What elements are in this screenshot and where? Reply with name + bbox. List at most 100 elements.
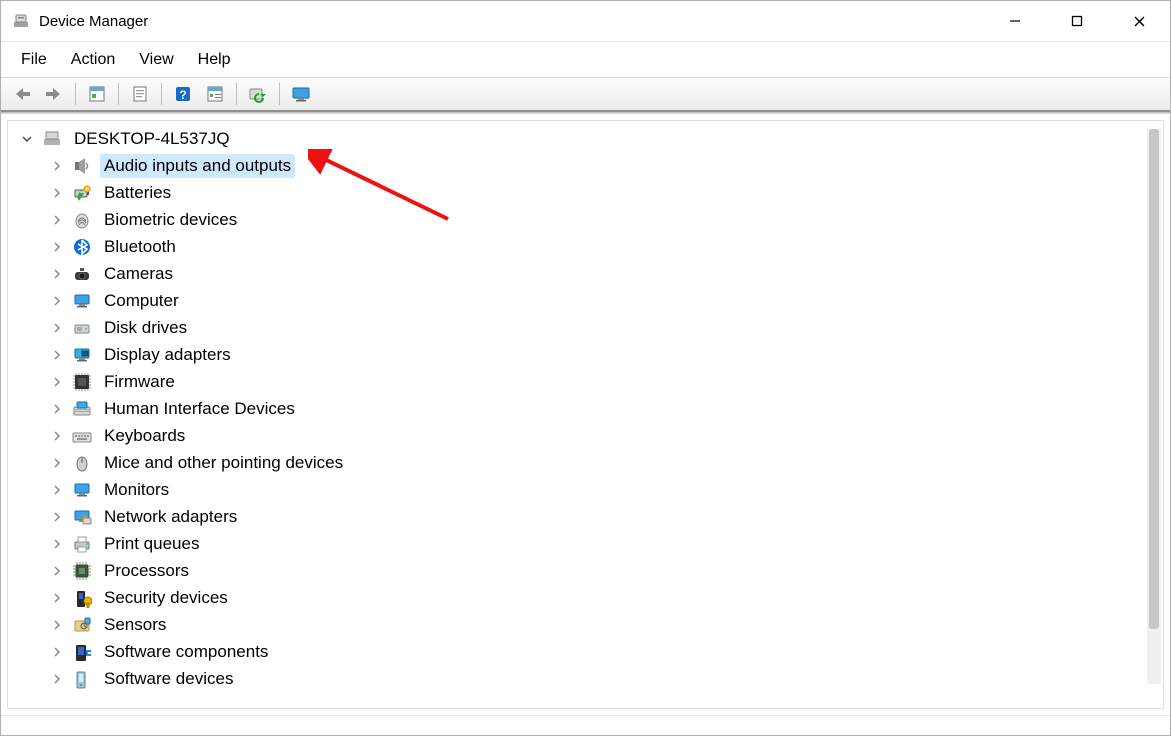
tree-node-label: Display adapters [100, 343, 235, 367]
printer-icon [72, 534, 92, 554]
chevron-down-icon[interactable] [20, 132, 34, 146]
tree-node-label: Sensors [100, 613, 170, 637]
tree-node-display-adapters[interactable]: Display adapters [14, 341, 1163, 368]
tree-node-processors[interactable]: Processors [14, 557, 1163, 584]
tree-node-label: Biometric devices [100, 208, 241, 232]
tree-node-label: Cameras [100, 262, 177, 286]
toolbar-help-button[interactable]: ? [168, 80, 198, 108]
tree-node-label: DESKTOP-4L537JQ [70, 127, 234, 151]
toolbar-back-button[interactable] [7, 80, 37, 108]
maximize-button[interactable] [1046, 1, 1108, 41]
toolbar-scan-button[interactable] [243, 80, 273, 108]
tree-node-label: Software components [100, 640, 272, 664]
scrollbar[interactable] [1147, 129, 1161, 684]
tree-node-disk-drives[interactable]: Disk drives [14, 314, 1163, 341]
chevron-right-icon[interactable] [50, 672, 64, 686]
toolbar-properties-button[interactable] [82, 80, 112, 108]
tree-root-node[interactable]: DESKTOP-4L537JQ [14, 125, 1163, 152]
hid-icon [72, 399, 92, 419]
root-icon [42, 129, 62, 149]
firmware-icon [72, 372, 92, 392]
tree-node-software-devices[interactable]: Software devices [14, 665, 1163, 692]
security-icon [72, 588, 92, 608]
tree-node-biometric-devices[interactable]: Biometric devices [14, 206, 1163, 233]
svg-text:?: ? [179, 88, 186, 102]
tree-node-batteries[interactable]: Batteries [14, 179, 1163, 206]
chevron-right-icon[interactable] [50, 564, 64, 578]
toolbar: ? [1, 78, 1170, 112]
tree-node-bluetooth[interactable]: Bluetooth [14, 233, 1163, 260]
chevron-right-icon[interactable] [50, 483, 64, 497]
menu-action[interactable]: Action [61, 45, 125, 75]
disk-icon [72, 318, 92, 338]
monitor-icon [72, 480, 92, 500]
chevron-right-icon[interactable] [50, 267, 64, 281]
chevron-right-icon[interactable] [50, 402, 64, 416]
chevron-right-icon[interactable] [50, 159, 64, 173]
toolbar-forward-button[interactable] [39, 80, 69, 108]
help-icon: ? [174, 85, 192, 103]
chevron-right-icon[interactable] [50, 375, 64, 389]
toolbar-refresh-button[interactable] [125, 80, 155, 108]
page-icon [131, 85, 149, 103]
tree-node-mice-and-other-pointing-devices[interactable]: Mice and other pointing devices [14, 449, 1163, 476]
fingerprint-icon [72, 210, 92, 230]
toolbar-separator [118, 83, 119, 105]
tree-node-label: Firmware [100, 370, 179, 394]
scrollbar-thumb[interactable] [1149, 129, 1159, 629]
chevron-right-icon[interactable] [50, 645, 64, 659]
tree-node-label: Disk drives [100, 316, 191, 340]
tree-node-audio-inputs-and-outputs[interactable]: Audio inputs and outputs [14, 152, 1163, 179]
chevron-right-icon[interactable] [50, 618, 64, 632]
chevron-right-icon[interactable] [50, 348, 64, 362]
chevron-right-icon[interactable] [50, 537, 64, 551]
tree-node-firmware[interactable]: Firmware [14, 368, 1163, 395]
chevron-right-icon[interactable] [50, 186, 64, 200]
chevron-right-icon[interactable] [50, 321, 64, 335]
toolbar-showhidden-button[interactable] [200, 80, 230, 108]
window-title: Device Manager [39, 13, 148, 30]
monitor-icon [291, 85, 311, 103]
tree-node-label: Monitors [100, 478, 173, 502]
menu-bar: File Action View Help [1, 41, 1170, 77]
status-bar [1, 715, 1170, 735]
tree-node-software-components[interactable]: Software components [14, 638, 1163, 665]
battery-icon [72, 183, 92, 203]
tree-node-label: Software devices [100, 667, 237, 691]
chevron-right-icon[interactable] [50, 294, 64, 308]
tree-node-security-devices[interactable]: Security devices [14, 584, 1163, 611]
menu-view[interactable]: View [129, 45, 183, 75]
chevron-right-icon[interactable] [50, 213, 64, 227]
tree-node-label: Mice and other pointing devices [100, 451, 347, 475]
tree-node-human-interface-devices[interactable]: Human Interface Devices [14, 395, 1163, 422]
tree-node-label: Network adapters [100, 505, 241, 529]
tree-node-print-queues[interactable]: Print queues [14, 530, 1163, 557]
chevron-right-icon[interactable] [50, 456, 64, 470]
chevron-right-icon[interactable] [50, 240, 64, 254]
camera-icon [72, 264, 92, 284]
swdevice-icon [72, 669, 92, 689]
tree-node-computer[interactable]: Computer [14, 287, 1163, 314]
tree-node-monitors[interactable]: Monitors [14, 476, 1163, 503]
tree-node-sensors[interactable]: Sensors [14, 611, 1163, 638]
toolbar-separator [161, 83, 162, 105]
chevron-right-icon[interactable] [50, 429, 64, 443]
chevron-right-icon[interactable] [50, 591, 64, 605]
menu-file[interactable]: File [11, 45, 57, 75]
tree-node-label: Audio inputs and outputs [100, 154, 295, 178]
menu-help[interactable]: Help [188, 45, 241, 75]
close-button[interactable] [1108, 1, 1170, 41]
tree-node-label: Bluetooth [100, 235, 180, 259]
component-icon [72, 642, 92, 662]
minimize-button[interactable] [984, 1, 1046, 41]
toolbar-separator [279, 83, 280, 105]
tree-node-keyboards[interactable]: Keyboards [14, 422, 1163, 449]
toolbar-devices-button[interactable] [286, 80, 316, 108]
title-bar: Device Manager [1, 1, 1170, 41]
tree-node-cameras[interactable]: Cameras [14, 260, 1163, 287]
chevron-right-icon[interactable] [50, 510, 64, 524]
device-tree[interactable]: DESKTOP-4L537JQ Audio inputs and outputs… [7, 120, 1164, 709]
tree-node-label: Security devices [100, 586, 232, 610]
tree-node-network-adapters[interactable]: Network adapters [14, 503, 1163, 530]
toolbar-container: ? [1, 77, 1170, 113]
